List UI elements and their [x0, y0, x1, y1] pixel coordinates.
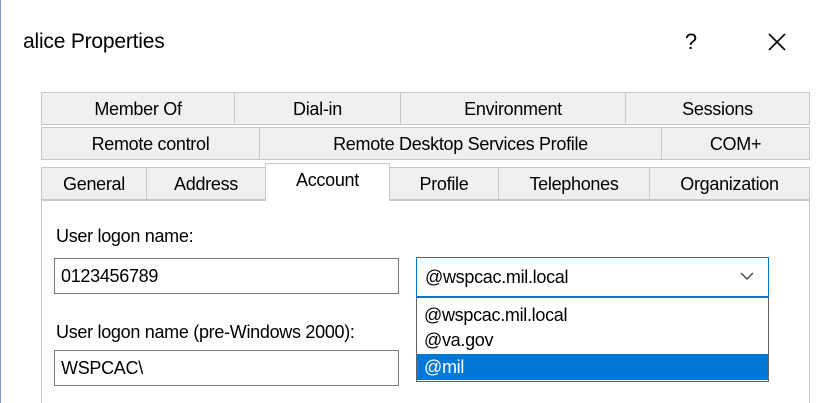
- tab-remote-desktop-services-profile[interactable]: Remote Desktop Services Profile: [259, 127, 662, 160]
- upn-suffix-selected-value: @wspcac.mil.local: [425, 267, 569, 287]
- chevron-down-icon: [740, 272, 754, 280]
- tab-remote-control[interactable]: Remote control: [41, 127, 260, 160]
- dropdown-option-mil[interactable]: @mil: [417, 354, 768, 380]
- tab-organization[interactable]: Organization: [649, 167, 810, 200]
- tab-member-of[interactable]: Member Of: [41, 92, 235, 125]
- properties-dialog: alice Properties ? Member Of Dial-in Env…: [0, 0, 820, 403]
- tab-telephones[interactable]: Telephones: [498, 167, 650, 200]
- close-icon: [768, 33, 786, 51]
- logon-name-input[interactable]: 0123456789: [54, 258, 399, 294]
- dialog-title: alice Properties: [23, 30, 165, 53]
- tab-dial-in[interactable]: Dial-in: [234, 92, 401, 125]
- tab-general[interactable]: General: [41, 167, 147, 200]
- pre2000-domain-input[interactable]: WSPCAC\: [54, 350, 399, 386]
- title-bar: alice Properties ?: [1, 0, 820, 86]
- tab-sessions[interactable]: Sessions: [625, 92, 810, 125]
- dropdown-option-wspcac-mil-local[interactable]: @wspcac.mil.local: [417, 302, 768, 328]
- tab-environment[interactable]: Environment: [400, 92, 626, 125]
- close-button[interactable]: [753, 22, 801, 62]
- tab-address[interactable]: Address: [146, 167, 266, 200]
- tab-profile[interactable]: Profile: [389, 167, 499, 200]
- pre2000-logon-label: User logon name (pre-Windows 2000):: [56, 322, 355, 342]
- upn-suffix-dropdown-list: @wspcac.mil.local @va.gov @mil: [416, 297, 769, 382]
- logon-name-label: User logon name:: [56, 226, 194, 246]
- tab-account[interactable]: Account: [265, 163, 390, 201]
- dropdown-option-va-gov[interactable]: @va.gov: [417, 327, 768, 353]
- tab-com-plus[interactable]: COM+: [661, 127, 810, 160]
- upn-suffix-select[interactable]: @wspcac.mil.local: [416, 257, 769, 297]
- help-button[interactable]: ?: [669, 22, 713, 62]
